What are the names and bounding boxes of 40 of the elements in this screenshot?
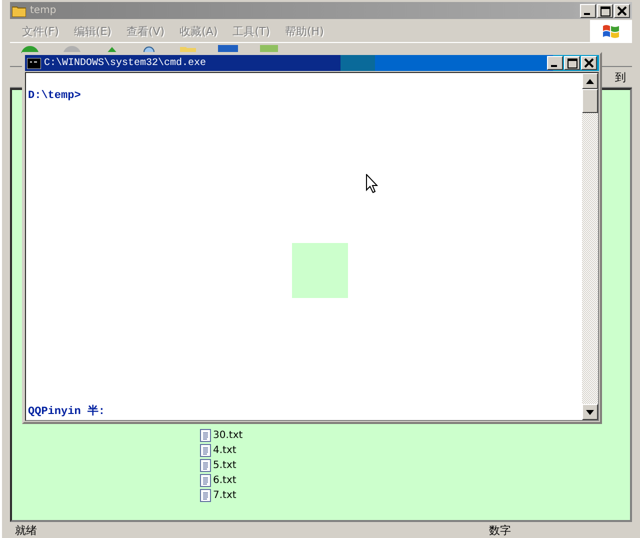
text-file-icon <box>200 489 211 502</box>
ime-status: QQPinyin 半: <box>28 404 106 418</box>
maximize-button[interactable] <box>597 4 613 18</box>
cursor-icon <box>366 174 378 193</box>
maximize-button[interactable] <box>564 56 580 70</box>
window-title: temp <box>30 5 58 16</box>
scroll-thumb[interactable] <box>582 89 598 113</box>
minimize-icon <box>551 65 557 67</box>
file-name[interactable]: 30.txt <box>213 430 243 441</box>
scroll-up-button[interactable] <box>582 73 598 89</box>
status-text: 就绪 <box>14 523 38 538</box>
text-file-icon <box>200 474 211 487</box>
status-text: 数字 <box>489 523 511 538</box>
minimize-icon <box>584 12 590 14</box>
close-button[interactable] <box>581 56 597 70</box>
console-icon <box>27 58 41 68</box>
go-button[interactable]: 到 <box>615 70 632 84</box>
minimize-button[interactable] <box>547 56 563 70</box>
console-line: D:\temp> <box>28 90 82 102</box>
close-icon <box>582 57 596 69</box>
caret-up-icon <box>586 78 594 84</box>
close-button[interactable] <box>614 4 630 18</box>
square-block <box>292 243 348 298</box>
file-name[interactable]: 6.txt <box>213 475 236 486</box>
close-icon <box>615 4 629 16</box>
window-title: C:\WINDOWS\system32\cmd.exe <box>44 58 208 68</box>
text-file-icon <box>200 459 211 472</box>
flag-icon <box>602 23 620 39</box>
text-file-icon <box>200 444 211 457</box>
file-name[interactable]: 5.txt <box>213 460 236 471</box>
caret-down-icon <box>586 410 594 414</box>
file-name[interactable]: 7.txt <box>213 490 236 501</box>
text-file-icon <box>200 429 211 442</box>
maximize-icon <box>598 4 612 16</box>
scroll-down-button[interactable] <box>582 404 598 420</box>
minimize-button[interactable] <box>580 4 596 18</box>
scrollbar[interactable] <box>582 73 598 420</box>
file-name[interactable]: 4.txt <box>213 445 236 456</box>
maximize-icon <box>565 57 579 69</box>
folder-icon <box>12 4 26 16</box>
